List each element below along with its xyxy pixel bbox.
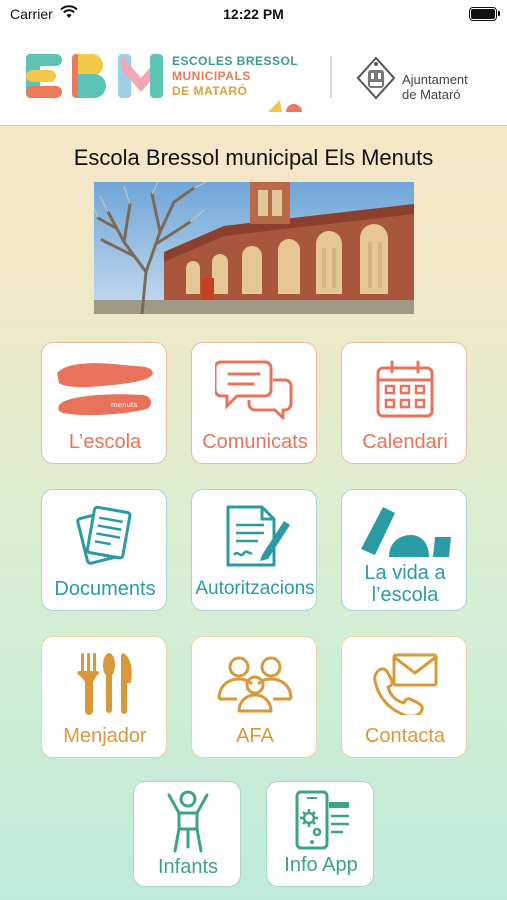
afa-tile[interactable]: AFA (191, 636, 317, 758)
ajuntament-label: Ajuntament de Mataró (402, 72, 468, 102)
lescola-label: L’escola (68, 431, 142, 453)
documents-icon (42, 502, 168, 570)
ajuntament-emblem-icon (356, 56, 396, 100)
ebm-logo (26, 54, 163, 98)
comunicats-tile[interactable]: Comunicats (191, 342, 317, 464)
logo-wordmark: ESCOLES BRESSOL MUNICIPALS DE MATARÓ (172, 54, 299, 98)
la-vida-a-lescola-label: La vida a l’escola (364, 562, 446, 606)
contacta-label: Contacta (364, 725, 446, 747)
autoritzacions-tile[interactable]: Autoritzacions (191, 489, 317, 611)
phone-envelope-icon (342, 649, 468, 717)
calendar-icon (342, 355, 468, 423)
app-header: ESCOLES BRESSOL MUNICIPALS DE MATARÓ Aju… (0, 28, 507, 126)
logo-shape-icon (268, 100, 302, 112)
school-photo (94, 182, 414, 314)
info-app-tile[interactable]: Info App (266, 781, 374, 887)
comunicats-label: Comunicats (202, 431, 308, 453)
brush-strokes-icon: menuts (42, 355, 168, 423)
signing-document-icon (192, 502, 318, 570)
svg-text:menuts: menuts (111, 401, 138, 409)
chat-bubbles-icon (192, 355, 318, 423)
menjador-label: Menjador (63, 725, 147, 747)
infants-label: Infants (157, 856, 219, 878)
family-group-icon (192, 649, 318, 717)
child-icon (134, 788, 242, 854)
clock: 12:22 PM (223, 6, 284, 22)
cutlery-icon (42, 649, 168, 717)
calendari-label: Calendari (362, 431, 448, 453)
status-bar: Carrier 12:22 PM (0, 0, 507, 28)
lescola-tile[interactable]: menuts L’escola (41, 342, 167, 464)
play-shapes-icon (342, 498, 468, 566)
documents-tile[interactable]: Documents (41, 489, 167, 611)
phone-settings-icon (267, 788, 375, 854)
calendari-tile[interactable]: Calendari (341, 342, 467, 464)
battery-icon (469, 7, 500, 21)
school-title: Escola Bressol municipal Els Menuts (73, 145, 434, 170)
autoritzacions-label: Autoritzacions (195, 578, 315, 599)
header-divider (330, 56, 332, 98)
documents-label: Documents (54, 578, 156, 600)
menjador-tile[interactable]: Menjador (41, 636, 167, 758)
infants-tile[interactable]: Infants (133, 781, 241, 887)
la-vida-a-lescola-tile[interactable]: La vida a l’escola (341, 489, 467, 611)
info-app-label: Info App (284, 854, 358, 876)
afa-label: AFA (236, 725, 274, 747)
contacta-tile[interactable]: Contacta (341, 636, 467, 758)
